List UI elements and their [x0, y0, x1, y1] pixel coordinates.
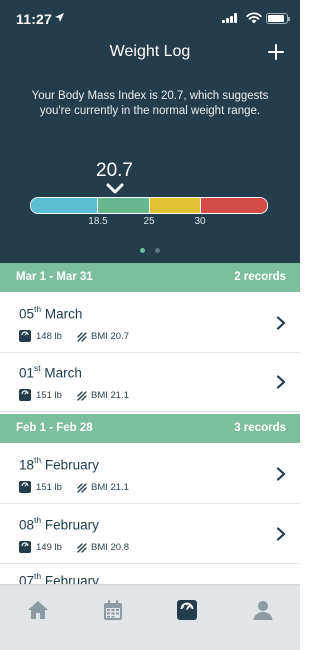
bmi-marker-chevron-icon: [106, 183, 124, 194]
bmi-message: Your Body Mass Index is 20.7, which sugg…: [20, 89, 280, 119]
wifi-icon: [246, 12, 262, 24]
tab-profile[interactable]: [243, 591, 283, 631]
record-row[interactable]: 08th February 149 lb BMI 20.8: [0, 506, 300, 564]
signal-icon: [222, 13, 240, 23]
record-weight: 148 lb: [36, 331, 62, 342]
weight-scale-icon: [19, 481, 31, 493]
weight-scale-icon: [19, 389, 31, 401]
section-range: Mar 1 - Mar 31: [16, 271, 93, 283]
section-range: Feb 1 - Feb 28: [16, 422, 93, 434]
battery-icon: [266, 13, 290, 24]
page-dot[interactable]: [155, 248, 161, 253]
record-row[interactable]: 18th February 151 lb BMI 21.1: [0, 446, 300, 504]
bmi-tick-label: 18.5: [88, 216, 108, 227]
page-indicator[interactable]: [0, 248, 300, 256]
record-row[interactable]: 01st March 151 lb BMI 21.1: [0, 354, 300, 412]
chevron-right-icon: [276, 375, 286, 389]
record-bmi: BMI 20.8: [91, 542, 130, 553]
bmi-range-overweight: [150, 198, 201, 213]
section-header-february: Feb 1 - Feb 28 3 records: [0, 414, 300, 443]
home-icon: [28, 601, 48, 619]
section-header-march: Mar 1 - Mar 31 2 records: [0, 263, 300, 292]
status-icons: [218, 12, 290, 24]
record-weight: 151 lb: [36, 390, 62, 401]
record-date: 01st March: [19, 363, 82, 381]
bmi-scale-bar: [30, 197, 268, 214]
bmi-range-obese: [201, 198, 267, 213]
tab-weight[interactable]: [167, 591, 207, 631]
bmi-icon: [77, 483, 87, 493]
chevron-right-icon: [276, 467, 286, 481]
weight-scale-icon: [19, 330, 31, 342]
bmi-message-line: you're currently in the normal weight ra…: [39, 105, 261, 117]
record-bmi: BMI 21.1: [91, 390, 130, 401]
bmi-range-normal: [98, 198, 150, 213]
record-weight: 149 lb: [36, 542, 62, 553]
section-record-count: 3 records: [234, 422, 286, 434]
location-arrow-icon: [55, 13, 64, 22]
tab-calendar[interactable]: [93, 591, 133, 631]
page-title: Weight Log: [109, 43, 191, 60]
record-weight: 151 lb: [36, 482, 62, 493]
bmi-message-line: Your Body Mass Index is 20.7, which sugg…: [31, 90, 269, 102]
tab-bar: [0, 584, 300, 650]
weight-scale-icon: [177, 600, 197, 620]
chevron-right-icon: [276, 316, 286, 330]
weight-scale-icon: [19, 541, 31, 553]
bmi-tick-label: 30: [194, 216, 206, 227]
bmi-range-underweight: [31, 198, 98, 213]
page-dot-active[interactable]: [139, 248, 145, 253]
calendar-icon: [104, 600, 122, 620]
chevron-right-icon: [276, 527, 286, 541]
profile-icon: [253, 601, 273, 620]
record-bmi: BMI 21.1: [91, 482, 130, 493]
header-panel: 11:27 Weight Log Your Body Mass Index is…: [0, 0, 300, 263]
status-bar: 11:27: [0, 0, 300, 36]
add-record-button[interactable]: [264, 40, 288, 64]
record-row[interactable]: 05th March 148 lb BMI 20.7: [0, 295, 300, 353]
bmi-icon: [77, 391, 87, 401]
record-bmi: BMI 20.7: [91, 331, 130, 342]
bmi-icon: [77, 332, 87, 342]
tab-home[interactable]: [18, 591, 58, 631]
bmi-tick-label: 25: [143, 216, 155, 227]
record-date: 05th March: [19, 304, 83, 322]
bmi-icon: [77, 543, 87, 553]
record-date: 08th February: [19, 515, 99, 533]
record-date: 18th February: [19, 455, 99, 473]
section-record-count: 2 records: [234, 271, 286, 283]
bmi-value: 20.7: [96, 160, 133, 181]
status-time: 11:27: [16, 11, 53, 27]
